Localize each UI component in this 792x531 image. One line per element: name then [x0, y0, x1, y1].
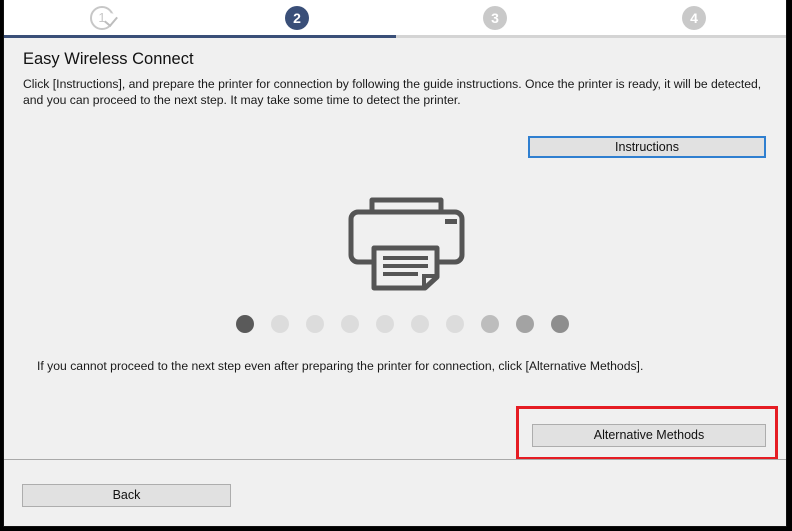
- footer-divider: [4, 459, 786, 460]
- step-3-pending: 3: [483, 6, 507, 30]
- instructions-description: Click [Instructions], and prepare the pr…: [23, 77, 762, 107]
- progress-dot: [271, 315, 289, 333]
- progress-dot: [481, 315, 499, 333]
- progress-dot: [446, 315, 464, 333]
- step-2-number: 2: [293, 10, 301, 26]
- page-title: Easy Wireless Connect: [23, 50, 194, 68]
- progress-dot: [551, 315, 569, 333]
- step-indicator: 1 2 3 4: [4, 0, 786, 38]
- step-4-number: 4: [690, 10, 698, 26]
- progress-dot: [341, 315, 359, 333]
- progress-dot: [306, 315, 324, 333]
- checkmark-icon: [104, 12, 118, 28]
- instructions-button[interactable]: Instructions: [528, 136, 766, 158]
- progress-dot: [376, 315, 394, 333]
- alternative-methods-note: If you cannot proceed to the next step e…: [37, 359, 644, 373]
- progress-dot: [516, 315, 534, 333]
- step-2-current: 2: [285, 6, 309, 30]
- step-progress-bar: [4, 35, 396, 38]
- progress-dot: [236, 315, 254, 333]
- progress-dot: [411, 315, 429, 333]
- back-button[interactable]: Back: [22, 484, 231, 507]
- step-3-number: 3: [491, 10, 499, 26]
- printer-icon: [344, 194, 474, 294]
- setup-window: 1 2 3 4 Easy Wireless Connect Click [Ins…: [3, 0, 787, 527]
- highlight-annotation: [516, 406, 778, 460]
- step-1-complete: 1: [90, 6, 118, 30]
- step-4-pending: 4: [682, 6, 706, 30]
